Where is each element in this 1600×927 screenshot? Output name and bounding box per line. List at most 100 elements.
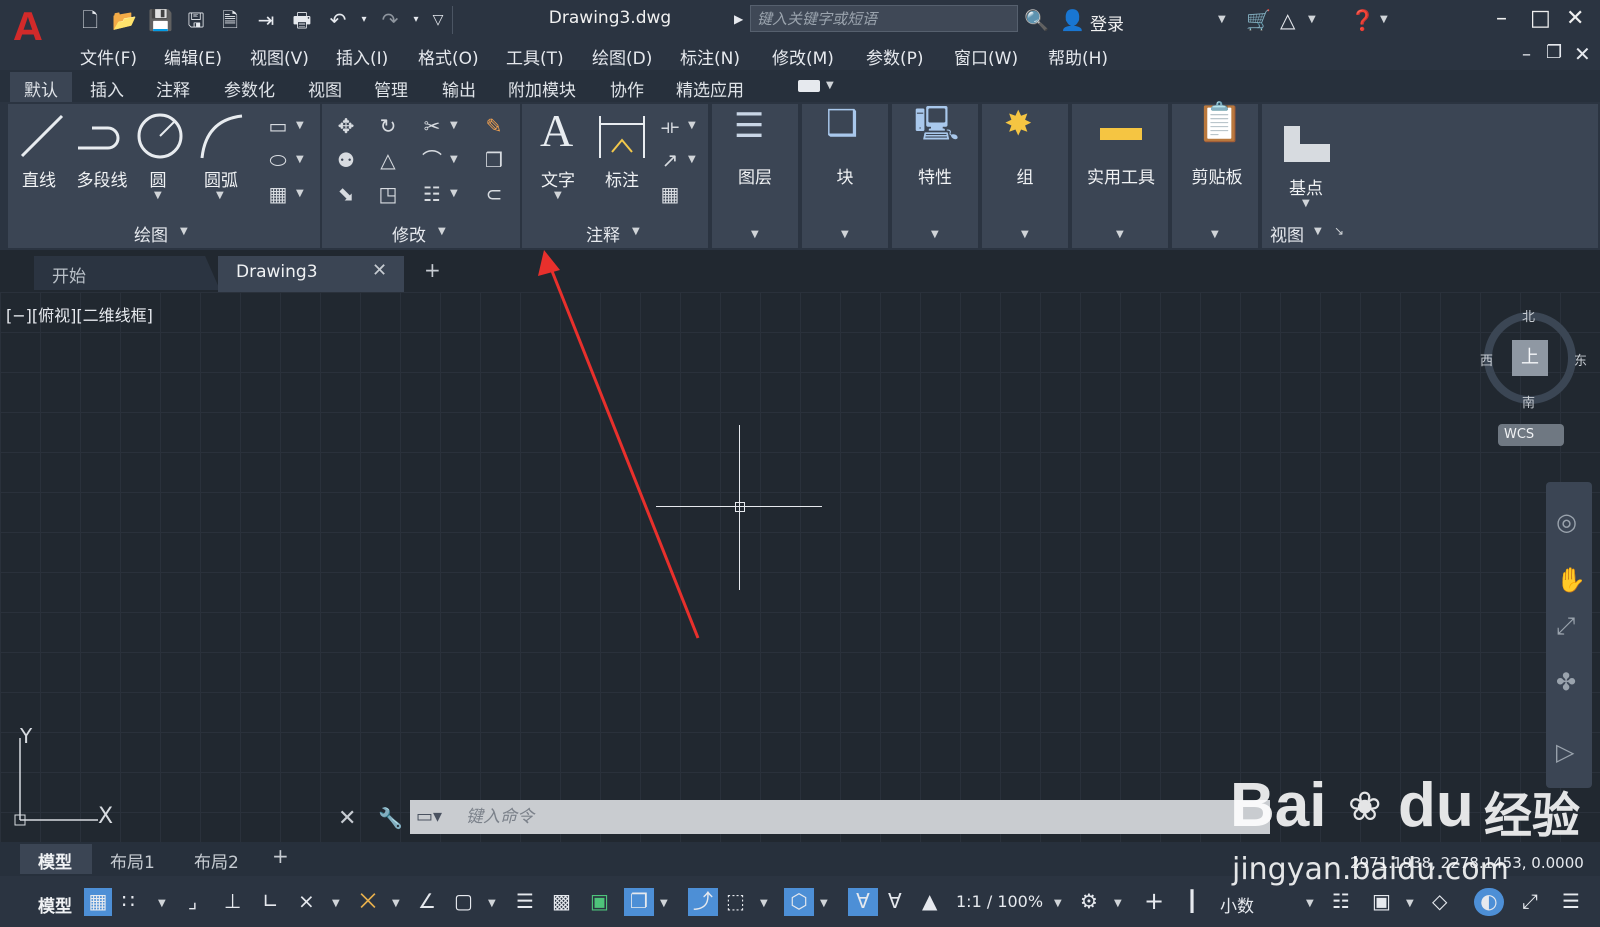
erase-icon[interactable]: ✎: [480, 114, 508, 138]
publish-icon[interactable]: 🗎: [218, 8, 242, 32]
menu-file[interactable]: 文件(F): [80, 44, 137, 69]
start-tab-label[interactable]: 开始: [52, 262, 86, 287]
menu-window[interactable]: 窗口(W): [954, 44, 1018, 69]
transparency-icon[interactable]: ▩: [552, 888, 571, 914]
annotation-monitor-icon[interactable]: +: [1144, 888, 1164, 914]
dialog-launcher-icon[interactable]: ↘: [1334, 224, 1344, 238]
3d-osnap-icon[interactable]: ❐: [624, 888, 654, 916]
menu-format[interactable]: 格式(O): [418, 44, 479, 69]
tab-parametric[interactable]: 参数化: [224, 76, 275, 101]
lock-ui-icon[interactable]: ▣: [1372, 888, 1391, 914]
group-label[interactable]: 组: [1006, 163, 1044, 188]
lineweight-icon[interactable]: ☰: [516, 888, 534, 914]
layers-label[interactable]: 图层: [726, 163, 784, 188]
text-label[interactable]: 文字: [536, 166, 580, 191]
menu-view[interactable]: 视图(V): [250, 44, 309, 69]
leader-icon[interactable]: ↗: [656, 148, 684, 172]
isolate-objects-icon[interactable]: ◇: [1432, 888, 1447, 914]
selection-filter-dropdown-icon[interactable]: ▼: [760, 898, 768, 909]
viewcube-west[interactable]: 西: [1480, 350, 1493, 369]
scale-icon[interactable]: ◳: [374, 182, 402, 206]
view-panel-dropdown-icon[interactable]: ▼: [1314, 226, 1322, 237]
customize-icon[interactable]: ▽: [426, 8, 450, 32]
arc-label[interactable]: 圆弧: [196, 166, 246, 191]
properties-dropdown-icon[interactable]: ▼: [931, 229, 939, 240]
array-icon[interactable]: ☷: [418, 182, 446, 206]
viewcube-north[interactable]: 北: [1522, 306, 1535, 325]
hardware-acceleration-icon[interactable]: ◐: [1474, 888, 1504, 916]
table-icon[interactable]: ▦: [656, 182, 684, 206]
group-dropdown-icon[interactable]: ▼: [1021, 229, 1029, 240]
auto-scale-icon[interactable]: Ɐ: [888, 888, 902, 914]
draw-panel-title[interactable]: 绘图: [134, 221, 168, 246]
workspace-dropdown-icon[interactable]: ▼: [1114, 898, 1122, 909]
autodesk-a360-icon[interactable]: △: [1280, 6, 1295, 34]
new-tab-icon[interactable]: +: [424, 258, 441, 282]
quick-properties-icon[interactable]: ☷: [1332, 888, 1350, 914]
properties-icon[interactable]: 🖳: [914, 107, 959, 141]
snap-icon[interactable]: ∷: [122, 888, 135, 914]
pan-icon[interactable]: ✋: [1556, 566, 1586, 594]
selection-filter-icon[interactable]: ⬚: [726, 888, 745, 914]
units-icon[interactable]: ┃: [1186, 888, 1198, 914]
menu-draw[interactable]: 绘图(D): [592, 44, 652, 69]
text-dropdown-icon[interactable]: ▼: [554, 190, 562, 201]
steering-wheel-icon[interactable]: ◎: [1556, 508, 1577, 536]
circle-icon[interactable]: [136, 112, 184, 160]
annotation-visibility-icon[interactable]: Ɐ: [848, 888, 878, 916]
tab-insert[interactable]: 插入: [90, 76, 124, 101]
new-icon[interactable]: 🗋: [78, 8, 102, 32]
maximize-icon[interactable]: □: [1530, 6, 1551, 32]
wcs-menu[interactable]: WCS: [1498, 424, 1564, 446]
fillet-dropdown-icon[interactable]: ▼: [450, 154, 458, 165]
arc-icon[interactable]: [198, 112, 246, 162]
viewcube-south[interactable]: 南: [1522, 392, 1535, 411]
help-icon[interactable]: ❓: [1350, 6, 1375, 34]
gizmo-dropdown-icon[interactable]: ▼: [820, 898, 828, 909]
linear-dim-dropdown-icon[interactable]: ▼: [688, 120, 696, 131]
doc-restore-icon[interactable]: ❐: [1546, 42, 1562, 63]
command-input[interactable]: 键入命令: [466, 800, 534, 834]
hatch-icon[interactable]: ▦: [264, 182, 292, 206]
redo-dropdown-icon[interactable]: ▾: [404, 8, 428, 32]
object-snap-dropdown-icon[interactable]: ▼: [488, 898, 496, 909]
group-icon[interactable]: ✸: [1004, 107, 1033, 141]
login-link[interactable]: 登录: [1090, 10, 1124, 35]
clean-screen-icon[interactable]: ⤢: [1522, 888, 1538, 914]
search-input[interactable]: 键入关键字或短语: [750, 5, 1018, 32]
new-layout-icon[interactable]: +: [272, 844, 289, 868]
menu-insert[interactable]: 插入(I): [336, 44, 388, 69]
mirror-icon[interactable]: △: [374, 148, 402, 172]
tab-annotate[interactable]: 注释: [156, 76, 190, 101]
rectangle-icon[interactable]: ▭: [264, 114, 292, 138]
modify-panel-dropdown-icon[interactable]: ▼: [438, 226, 446, 237]
login-dropdown-icon[interactable]: ▼: [1218, 14, 1226, 25]
dynamic-input-icon[interactable]: ⊥: [224, 888, 241, 914]
snap-dropdown-icon[interactable]: ▼: [158, 898, 166, 909]
menu-dimension[interactable]: 标注(N): [680, 44, 740, 69]
minimize-icon[interactable]: –: [1496, 6, 1507, 32]
array-dropdown-icon[interactable]: ▼: [450, 188, 458, 199]
command-prompt-icon[interactable]: ▭▾: [416, 800, 442, 834]
viewcube-top-face[interactable]: 上: [1512, 340, 1548, 376]
annotation-scale-value[interactable]: 1:1 / 100%: [956, 892, 1043, 911]
selection-cycling-icon[interactable]: ▣: [590, 888, 609, 914]
units-value[interactable]: 小数: [1220, 892, 1254, 917]
annotation-scale-icon[interactable]: ▲: [922, 888, 937, 914]
dimension-label[interactable]: 标注: [598, 166, 646, 191]
print-icon[interactable]: 🖶: [290, 8, 314, 32]
utilities-label[interactable]: 实用工具: [1078, 163, 1164, 188]
dynamic-ucs-icon[interactable]: ⤴: [688, 888, 718, 916]
draw-panel-dropdown-icon[interactable]: ▼: [180, 226, 188, 237]
lock-ui-dropdown-icon[interactable]: ▼: [1406, 898, 1414, 909]
ribbon-minimize-dropdown-icon[interactable]: ▼: [826, 80, 834, 91]
trim-dropdown-icon[interactable]: ▼: [450, 120, 458, 131]
a360-dropdown-icon[interactable]: ▼: [1308, 14, 1316, 25]
hatch-dropdown-icon[interactable]: ▼: [296, 188, 304, 199]
zoom-extents-icon[interactable]: ⤢: [1556, 612, 1575, 640]
clipboard-icon[interactable]: 📋: [1196, 103, 1243, 141]
rotate-icon[interactable]: ↻: [374, 114, 402, 138]
dimension-icon[interactable]: [596, 112, 648, 162]
plot-icon[interactable]: ⇥: [254, 8, 278, 32]
menu-tools[interactable]: 工具(T): [506, 44, 564, 69]
